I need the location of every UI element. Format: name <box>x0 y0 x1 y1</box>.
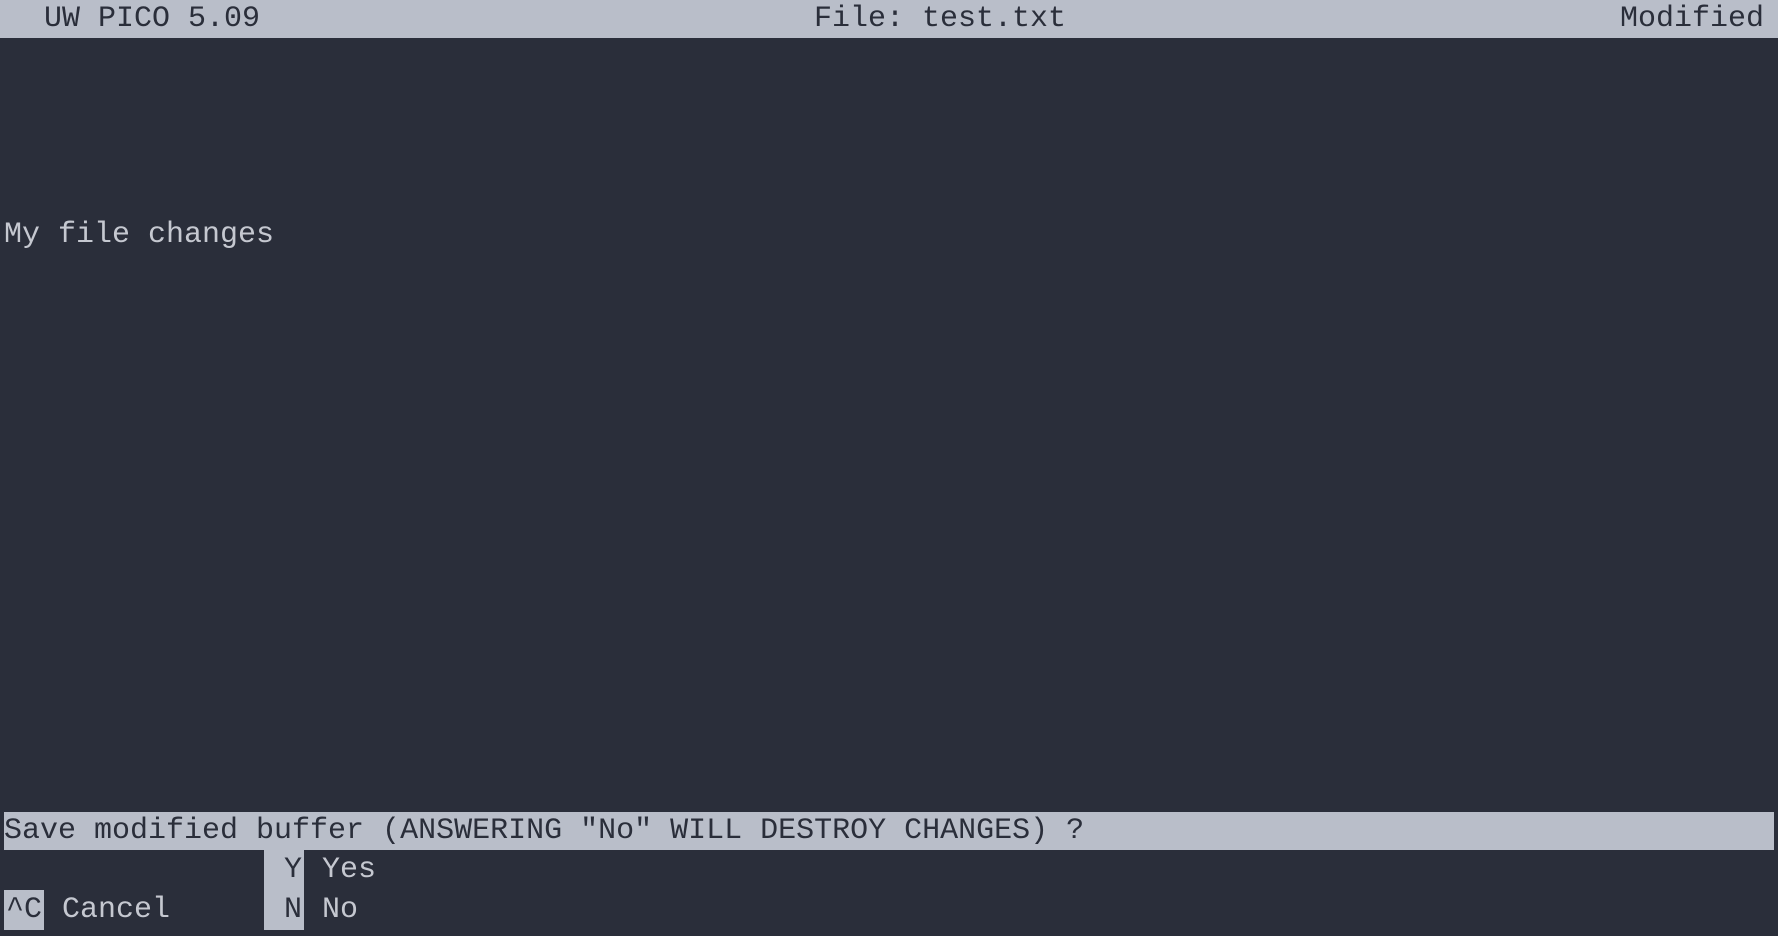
bottom-section: Save modified buffer (ANSWERING "No" WIL… <box>0 812 1778 930</box>
shortcut-no[interactable]: N No <box>264 890 358 930</box>
file-label: File: test.txt <box>260 0 1620 38</box>
editor-blank-line <box>4 110 1774 148</box>
title-bar: UW PICO 5.09 File: test.txt Modified <box>0 0 1778 38</box>
shortcut-row1-col1 <box>4 850 264 890</box>
shortcut-key-y: Y <box>264 850 304 890</box>
shortcut-key-ctrl-c: ^C <box>4 890 44 930</box>
shortcut-label-no: No <box>304 890 358 930</box>
shortcut-row-1: Y Yes <box>4 850 1774 890</box>
save-prompt: Save modified buffer (ANSWERING "No" WIL… <box>4 812 1774 850</box>
shortcut-row-2: ^C Cancel N No <box>4 890 1774 930</box>
modified-status: Modified <box>1620 0 1774 38</box>
shortcut-key-n: N <box>264 890 304 930</box>
editor-content-line: My file changes <box>4 216 1774 254</box>
shortcut-label-cancel: Cancel <box>44 890 170 930</box>
shortcut-label-yes: Yes <box>304 850 376 890</box>
shortcut-yes[interactable]: Y Yes <box>264 850 376 890</box>
app-name: UW PICO 5.09 <box>4 0 260 38</box>
shortcut-cancel[interactable]: ^C Cancel <box>4 890 264 930</box>
editor-area[interactable]: My file changes <box>0 38 1778 292</box>
